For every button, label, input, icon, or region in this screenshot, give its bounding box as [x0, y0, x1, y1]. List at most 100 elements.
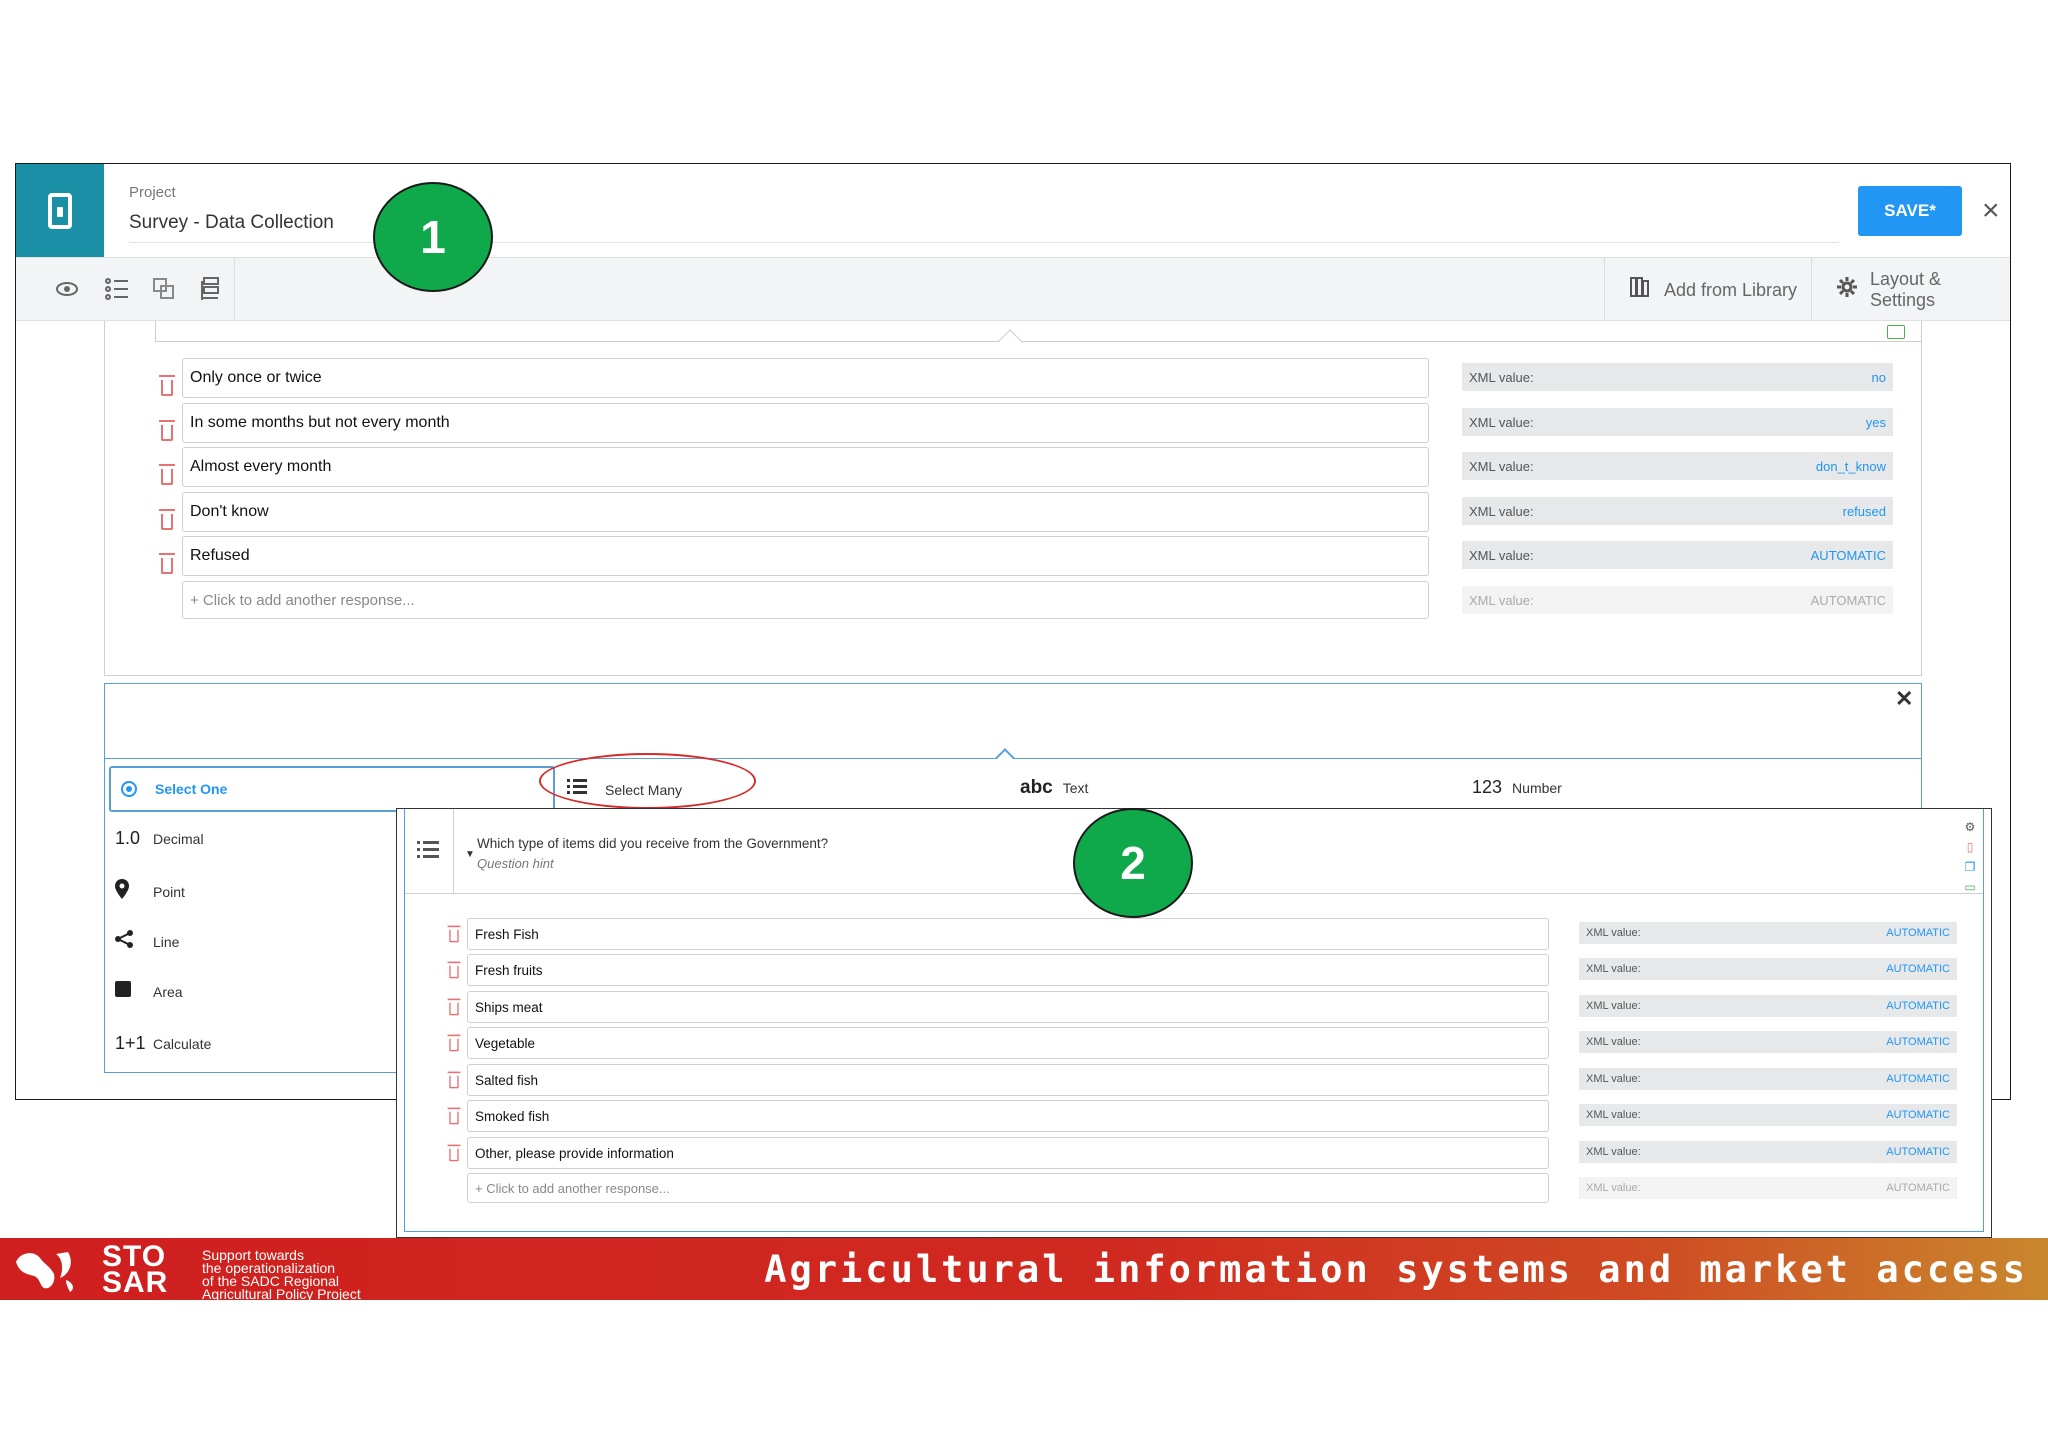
response-input[interactable]: Only once or twice [182, 358, 1429, 398]
xml-value: AUTOMATIC [1810, 592, 1886, 608]
gear-icon[interactable]: ⚙ [1963, 817, 1977, 837]
xml-value-field[interactable]: XML value: don_t_know [1462, 452, 1893, 480]
library-doc-icon[interactable] [1887, 325, 1905, 339]
type-label: Text [1062, 780, 1089, 796]
xml-value-field[interactable]: XML value: yes [1462, 408, 1893, 436]
square-icon [115, 981, 153, 1002]
footer-tagline: Agricultural information systems and mar… [764, 1248, 2028, 1291]
type-point[interactable]: Point [115, 879, 185, 904]
xml-value-field[interactable]: XML value: AUTOMATIC [1579, 1104, 1957, 1126]
footer-subtitle: Support towards the operationalization o… [202, 1248, 361, 1302]
tree-icon[interactable] [197, 276, 225, 304]
response-input[interactable]: Smoked fish [467, 1100, 1549, 1132]
close-icon[interactable]: × [1982, 196, 2000, 226]
xml-value-field[interactable]: XML value: no [1462, 363, 1893, 391]
type-label: Select One [155, 781, 228, 797]
delete-icon[interactable] [447, 1107, 461, 1125]
map-pin-icon [115, 879, 153, 904]
xml-value: AUTOMATIC [1810, 547, 1886, 563]
response-input[interactable]: In some months but not every month [182, 403, 1429, 443]
xml-value: don_t_know [1815, 458, 1886, 474]
xml-value: yes [1865, 414, 1886, 430]
app-logo [16, 164, 104, 257]
xml-value: AUTOMATIC [1886, 1000, 1950, 1012]
response-input[interactable]: Ships meat [467, 991, 1549, 1023]
xml-label: XML value: [1469, 592, 1534, 608]
xml-value: no [1871, 369, 1886, 385]
decimal-icon: 1.0 [115, 828, 141, 848]
add-response-input[interactable]: + Click to add another response... [467, 1173, 1549, 1203]
xml-value-field[interactable]: XML value: AUTOMATIC [1579, 922, 1957, 944]
delete-icon[interactable] [447, 998, 461, 1016]
xml-value-field[interactable]: XML value: AUTOMATIC [1579, 995, 1957, 1017]
type-area[interactable]: Area [115, 981, 183, 1002]
xml-value-field[interactable]: XML value: AUTOMATIC [1579, 1031, 1957, 1053]
xml-value-field[interactable]: XML value: AUTOMATIC [1579, 958, 1957, 980]
copy-icon[interactable]: ❐ [1963, 857, 1977, 877]
toolbar-divider [234, 258, 235, 322]
delete-icon[interactable] [159, 553, 175, 574]
close-icon[interactable]: ✕ [1895, 686, 1913, 712]
type-number[interactable]: 123 Number [1472, 777, 1562, 798]
response-input[interactable]: Refused [182, 536, 1429, 576]
type-select-one[interactable]: Select One [109, 766, 555, 812]
delete-icon[interactable] [447, 925, 461, 943]
delete-icon[interactable] [159, 464, 175, 485]
step-badge-1: 1 [373, 182, 493, 292]
delete-icon[interactable] [447, 1144, 461, 1162]
add-from-library-button[interactable]: Add from Library [1604, 258, 1811, 322]
delete-icon[interactable] [159, 375, 175, 396]
add-response-input[interactable]: + Click to add another response... [182, 581, 1429, 619]
radio-icon [121, 781, 137, 797]
xml-label: XML value: [1586, 1109, 1641, 1121]
save-button[interactable]: SAVE* [1858, 186, 1962, 236]
type-label: Line [153, 933, 180, 950]
xml-value-field[interactable]: XML value: refused [1462, 497, 1893, 525]
question-label[interactable]: Which type of items did you receive from… [477, 836, 828, 851]
response-input[interactable]: Other, please provide information [467, 1137, 1549, 1169]
type-decimal[interactable]: 1.0 Decimal [115, 828, 204, 849]
xml-label: XML value: [1586, 1146, 1641, 1158]
type-calculate[interactable]: 1+1 Calculate [115, 1033, 211, 1054]
library-doc-icon[interactable]: ▭ [1963, 877, 1977, 897]
question-hint[interactable]: Question hint [477, 856, 554, 871]
layout-settings-button[interactable]: Layout & Settings [1811, 258, 2010, 322]
subtitle-line: Agricultural Policy Project [202, 1286, 361, 1302]
xml-label: XML value: [1586, 963, 1641, 975]
xml-value: AUTOMATIC [1886, 1146, 1950, 1158]
type-line[interactable]: Line [115, 930, 179, 953]
xml-label: XML value: [1586, 1182, 1641, 1194]
share-icon [115, 930, 153, 953]
type-label: Area [153, 983, 183, 1000]
response-input[interactable]: Don't know [182, 492, 1429, 532]
layout-settings-label: Layout & Settings [1870, 269, 1942, 310]
delete-icon[interactable] [447, 1071, 461, 1089]
xml-value-field[interactable]: XML value: AUTOMATIC [1579, 1177, 1957, 1199]
xml-value: AUTOMATIC [1886, 1073, 1950, 1085]
logo-line: SAR [102, 1266, 169, 1299]
list-icon[interactable] [103, 276, 131, 304]
eye-icon[interactable] [53, 276, 81, 304]
map-logo-icon [10, 1244, 82, 1294]
delete-icon[interactable] [447, 961, 461, 979]
response-input[interactable]: Fresh Fish [467, 918, 1549, 950]
xml-label: XML value: [1586, 1036, 1641, 1048]
xml-value: AUTOMATIC [1886, 963, 1950, 975]
response-input[interactable]: Almost every month [182, 447, 1429, 487]
xml-value-field[interactable]: XML value: AUTOMATIC [1579, 1068, 1957, 1090]
copy-icon[interactable] [150, 276, 178, 304]
xml-value-field[interactable]: XML value: AUTOMATIC [1462, 586, 1893, 614]
chevron-down-icon[interactable]: ▼ [465, 849, 475, 860]
response-input[interactable]: Fresh fruits [467, 954, 1549, 986]
divider [453, 809, 454, 893]
response-input[interactable]: Vegetable [467, 1027, 1549, 1059]
delete-icon[interactable] [159, 420, 175, 441]
delete-icon[interactable] [447, 1034, 461, 1052]
type-text[interactable]: abc Text [1020, 777, 1088, 799]
xml-value-field[interactable]: XML value: AUTOMATIC [1462, 541, 1893, 569]
question-card: Only once or twice XML value: no In some … [104, 321, 1922, 676]
delete-icon[interactable] [159, 509, 175, 530]
response-input[interactable]: Salted fish [467, 1064, 1549, 1096]
delete-icon[interactable]: ▯ [1963, 837, 1977, 857]
xml-value-field[interactable]: XML value: AUTOMATIC [1579, 1141, 1957, 1163]
